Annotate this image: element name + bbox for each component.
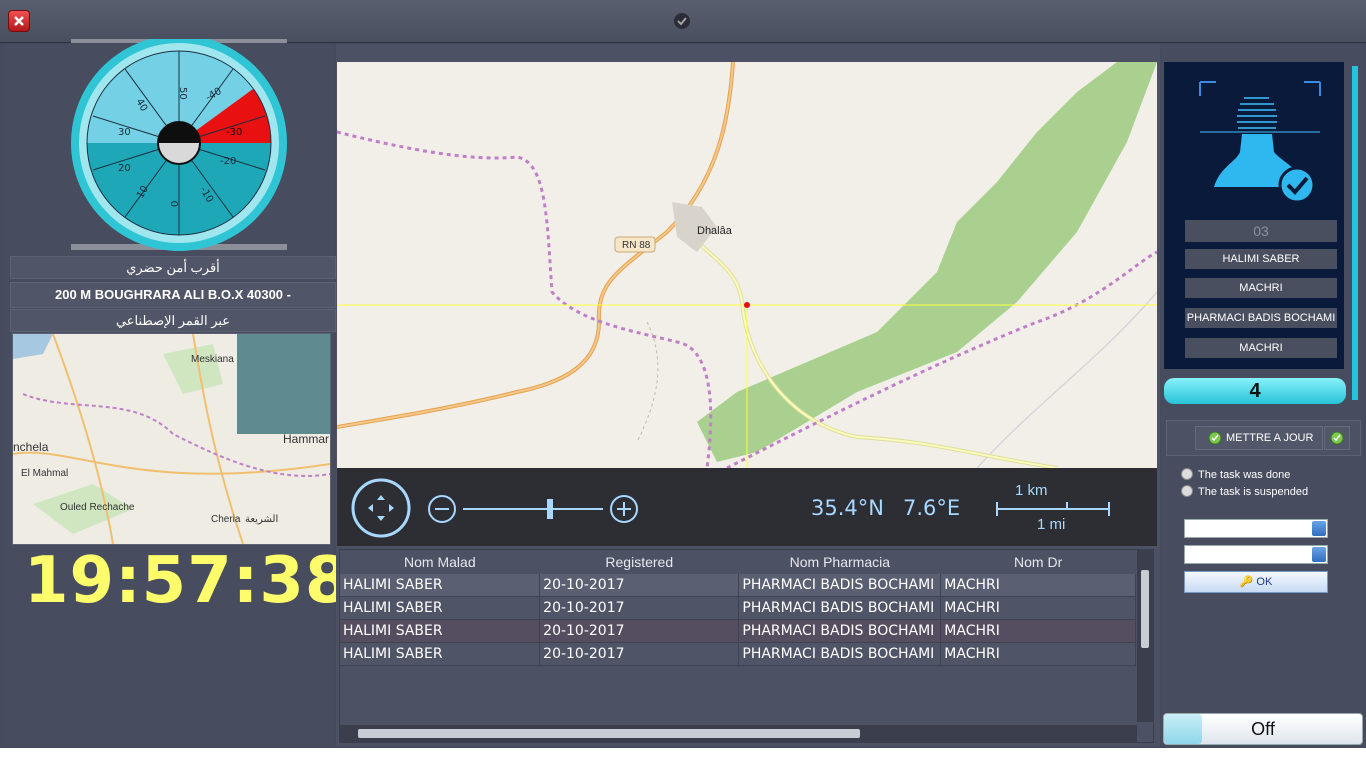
check-icon [1330, 431, 1344, 445]
table-row[interactable]: HALIMI SABER 20-10-2017 PHARMACI BADIS B… [340, 574, 1136, 597]
satellite-label: عبر القمر الإصطناعي [10, 309, 336, 332]
minimap-label-nchela: nchela [13, 440, 49, 454]
status-bar [0, 748, 1366, 768]
face-recognition-panel: 03 HALIMI SABER MACHRI PHARMACI BADIS BO… [1164, 62, 1344, 369]
face-scan-icon [1199, 81, 1321, 204]
minimap-label-el-mahmal: El Mahmal [21, 468, 68, 479]
select-2[interactable] [1184, 545, 1328, 564]
col-nom-dr[interactable]: Nom Dr [940, 550, 1136, 574]
radio-task-done-label: The task was done [1198, 469, 1291, 481]
cell-patient: HALIMI SABER [340, 596, 541, 620]
title-bar [0, 0, 1366, 43]
clock: 19:57:38 [24, 544, 351, 618]
table-row[interactable]: HALIMI SABER 20-10-2017 PHARMACI BADIS B… [340, 619, 1136, 643]
key-icon: 🔑 [1239, 576, 1254, 588]
cell-doctor: MACHRI [940, 596, 1136, 620]
road-label: RN 88 [622, 240, 651, 251]
cell-patient: HALIMI SABER [340, 619, 541, 643]
cell-registered: 20-10-2017 [539, 596, 740, 620]
radio-task-suspended[interactable]: The task is suspended [1181, 485, 1308, 498]
check-circle-icon[interactable] [674, 13, 690, 29]
minimap[interactable]: Meskiana Hammar nchela El Mahmal Ouled R… [12, 333, 331, 545]
cell-pharmacy: PHARMACI BADIS BOCHAMI [738, 642, 942, 666]
cell-patient: HALIMI SABER [340, 642, 541, 666]
table-row[interactable]: HALIMI SABER 20-10-2017 PHARMACI BADIS B… [340, 596, 1136, 620]
ok-button[interactable]: 🔑 OK [1184, 571, 1328, 593]
col-nom-pharmacia[interactable]: Nom Pharmacia [738, 550, 941, 574]
zoom-out-icon[interactable] [427, 494, 457, 524]
minimap-label-cheria-ar: الشريعة [245, 514, 278, 525]
update-button-label: METTRE A JOUR [1226, 432, 1314, 444]
pharmacy-field: PHARMACI BADIS BOCHAMI [1185, 308, 1337, 328]
pan-control[interactable] [351, 478, 411, 538]
right-panel: 03 HALIMI SABER MACHRI PHARMACI BADIS BO… [1161, 44, 1364, 746]
check-icon [1208, 431, 1222, 445]
latitude-readout: 35.4°N [811, 496, 884, 520]
address-field: 200 M BOUGHRARA ALI B.O.X 40300 - [10, 282, 336, 308]
toggle-knob [1164, 714, 1202, 744]
chevron-down-icon [1312, 547, 1326, 562]
counter-badge: 4 [1164, 378, 1346, 404]
col-registered[interactable]: Registered [539, 550, 739, 574]
col-nom-malad[interactable]: Nom Malad [340, 550, 540, 574]
cell-registered: 20-10-2017 [539, 574, 740, 597]
cell-doctor: MACHRI [940, 642, 1136, 666]
minimap-label-meskiana: Meskiana [191, 354, 234, 365]
table-row[interactable]: HALIMI SABER 20-10-2017 PHARMACI BADIS B… [340, 642, 1136, 666]
dial-gauge: 50 40 30 20 10 0 -10 -20 -30 -40 [71, 39, 287, 251]
update-button[interactable]: METTRE A JOUR [1195, 426, 1323, 450]
confirm-button[interactable] [1324, 426, 1350, 450]
power-toggle[interactable]: Off [1163, 713, 1363, 745]
radio-task-suspended-label: The task is suspended [1198, 486, 1309, 498]
longitude-readout: 7.6°E [903, 496, 961, 520]
radio-circle [1181, 485, 1193, 497]
minimap-label-ouled-rechache: Ouled Rechache [60, 502, 135, 513]
cell-pharmacy: PHARMACI BADIS BOCHAMI [738, 619, 942, 643]
center-panel: RN 88 Dhalâa 35.4°N 7.6°E 1 km 1 mi Nom … [336, 44, 1160, 746]
minimap-label-cheria: Cheria [211, 514, 241, 525]
svg-text:-30: -30 [226, 127, 242, 138]
ok-button-label: OK [1256, 576, 1273, 588]
map-controls: 35.4°N 7.6°E 1 km 1 mi [337, 468, 1157, 546]
minimap-label-hammar: Hammar [283, 432, 329, 446]
patient-name-field: HALIMI SABER [1185, 249, 1337, 269]
cell-registered: 20-10-2017 [539, 619, 740, 643]
chevron-down-icon [1312, 521, 1326, 536]
power-toggle-label: Off [1251, 719, 1275, 739]
svg-text:-20: -20 [220, 156, 236, 167]
doctor2-field: MACHRI [1185, 338, 1337, 358]
scale-bar [996, 502, 1110, 516]
svg-text:20: 20 [118, 163, 131, 174]
select-1[interactable] [1184, 519, 1328, 538]
cell-doctor: MACHRI [940, 619, 1136, 643]
doctor-field: MACHRI [1185, 278, 1337, 298]
cell-registered: 20-10-2017 [539, 642, 740, 666]
level-bar [1352, 66, 1358, 400]
cell-patient: HALIMI SABER [340, 574, 541, 597]
map-view[interactable]: RN 88 Dhalâa [337, 62, 1157, 468]
cell-doctor: MACHRI [940, 574, 1136, 597]
zoom-in-icon[interactable] [609, 494, 639, 524]
records-table: Nom Malad Registered Nom Pharmacia Nom D… [339, 549, 1154, 743]
radio-task-done[interactable]: The task was done [1181, 468, 1290, 481]
zoom-slider-handle[interactable] [547, 499, 553, 519]
scale-mi: 1 mi [1037, 516, 1066, 533]
town-label: Dhalâa [697, 225, 733, 237]
radio-circle [1181, 468, 1193, 480]
zoom-slider[interactable] [463, 508, 603, 510]
svg-text:0: 0 [170, 201, 181, 207]
left-panel: 50 40 30 20 10 0 -10 -20 -30 -40 أقرب أم… [4, 39, 351, 744]
cell-pharmacy: PHARMACI BADIS BOCHAMI [738, 596, 942, 620]
horizontal-scrollbar[interactable] [340, 725, 1137, 742]
nearest-security-label: أقرب أمن حضري [10, 256, 336, 279]
svg-text:30: 30 [118, 127, 131, 138]
scale-km: 1 km [1015, 482, 1048, 499]
close-icon[interactable] [8, 10, 30, 32]
patient-id-field: 03 [1185, 220, 1337, 242]
cell-pharmacy: PHARMACI BADIS BOCHAMI [738, 574, 942, 597]
svg-text:50: 50 [177, 87, 188, 100]
vertical-scrollbar[interactable] [1137, 550, 1153, 722]
